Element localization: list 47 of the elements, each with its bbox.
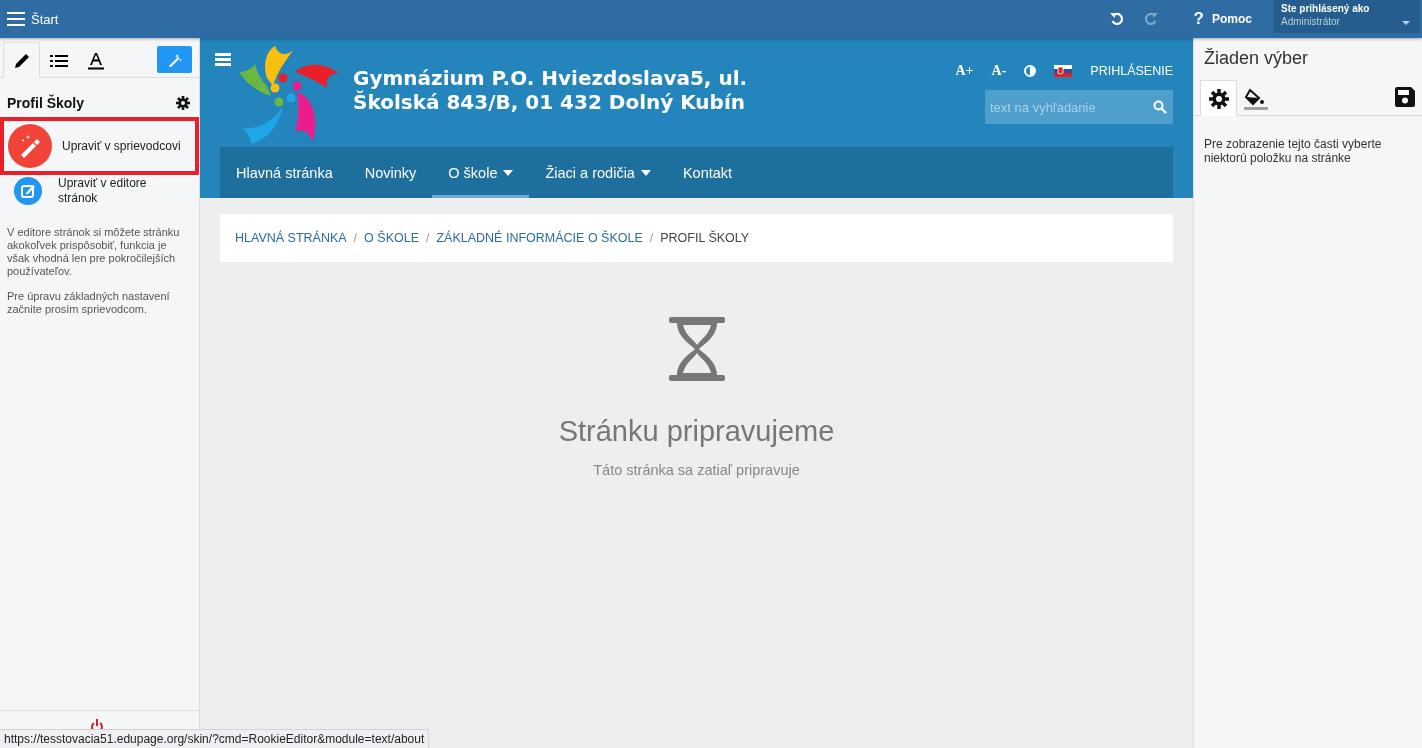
menu-item[interactable]: Kontakt bbox=[666, 147, 749, 198]
empty-state-subtitle: Táto stránka sa zatiaľ pripravuje bbox=[593, 462, 800, 478]
help-text: V editore stránok si môžete stránku akokoľvek prispôsobiť, funkcia je však vhodná len pre pokročilejších používateľov. bbox=[7, 226, 181, 278]
menu-item[interactable]: Novinky bbox=[348, 147, 433, 198]
user-dropdown[interactable]: Ste prihlásený ako Administrátor bbox=[1274, 0, 1420, 33]
school-name: Gymnázium P.O. Hviezdoslava5, ul. Školská 843/B, 01 432 Dolný Kubín bbox=[353, 66, 748, 115]
list-icon bbox=[49, 54, 68, 67]
contrast-icon[interactable] bbox=[1024, 65, 1037, 77]
magic-wand-icon bbox=[8, 124, 52, 168]
search-field[interactable]: text na vyhľadanie bbox=[985, 90, 1173, 124]
sidebar-action[interactable]: Upraviť v sprievodcovi bbox=[0, 117, 199, 175]
paint-bucket-icon bbox=[1243, 87, 1268, 110]
search-icon[interactable] bbox=[1153, 100, 1167, 114]
breadcrumb-separator: / bbox=[426, 231, 430, 245]
font-larger-button[interactable]: A+ bbox=[955, 63, 974, 79]
panel-title: Žiaden výber bbox=[1204, 48, 1310, 69]
breadcrumb-separator: / bbox=[353, 231, 358, 245]
panel-message: Pre zobrazenie tejto časti vyberte niektorú položku na stránke bbox=[1204, 137, 1383, 166]
breadcrumb-link[interactable]: HLAVNÁ STRÁNKA bbox=[235, 231, 347, 245]
sidebar-action[interactable]: Upraviť v editore stránok bbox=[0, 172, 199, 212]
breadcrumb-link[interactable]: ZÁKLADNÉ INFORMÁCIE O ŠKOLE bbox=[436, 231, 643, 245]
help-button[interactable]: ? Pomoc bbox=[1193, 9, 1252, 29]
undo-icon[interactable] bbox=[1109, 12, 1124, 26]
menu-item[interactable]: Žiaci a rodičia bbox=[529, 147, 667, 198]
breadcrumb-link[interactable]: O ŠKOLE bbox=[364, 231, 419, 245]
help-text: Pre úpravu základných nastavení začnite prosím sprievodcom. bbox=[7, 289, 171, 316]
empty-state-title: Stránku pripravujeme bbox=[558, 415, 835, 448]
pencil-icon bbox=[12, 51, 31, 70]
breadcrumb-current: PROFIL ŠKOLY bbox=[660, 231, 750, 245]
slovak-flag-icon[interactable] bbox=[1054, 65, 1073, 77]
settings-icon bbox=[1208, 88, 1229, 109]
panel-tab[interactable] bbox=[1200, 80, 1237, 116]
settings-icon[interactable] bbox=[176, 96, 190, 110]
login-link[interactable]: PRIHLÁSENIE bbox=[1090, 64, 1173, 78]
font-icon bbox=[87, 51, 104, 70]
status-url: https://tesstovacia51.edupage.org/skin/?cmd=RookieEditor&module=text/about bbox=[0, 729, 430, 748]
breadcrumb-separator: / bbox=[649, 231, 654, 245]
sidebar-tab[interactable] bbox=[3, 42, 40, 78]
font-smaller-button[interactable]: A- bbox=[991, 63, 1007, 79]
menu-item[interactable]: Hlavná stránka bbox=[220, 147, 349, 198]
hourglass-icon bbox=[668, 317, 725, 381]
app-title: Štart bbox=[31, 11, 59, 27]
section-title: Profil Školy bbox=[7, 95, 85, 111]
save-icon[interactable] bbox=[1395, 86, 1415, 107]
magic-wand-icon bbox=[167, 52, 182, 67]
edit-icon bbox=[14, 176, 42, 205]
menu-item[interactable]: O škole bbox=[432, 147, 530, 198]
